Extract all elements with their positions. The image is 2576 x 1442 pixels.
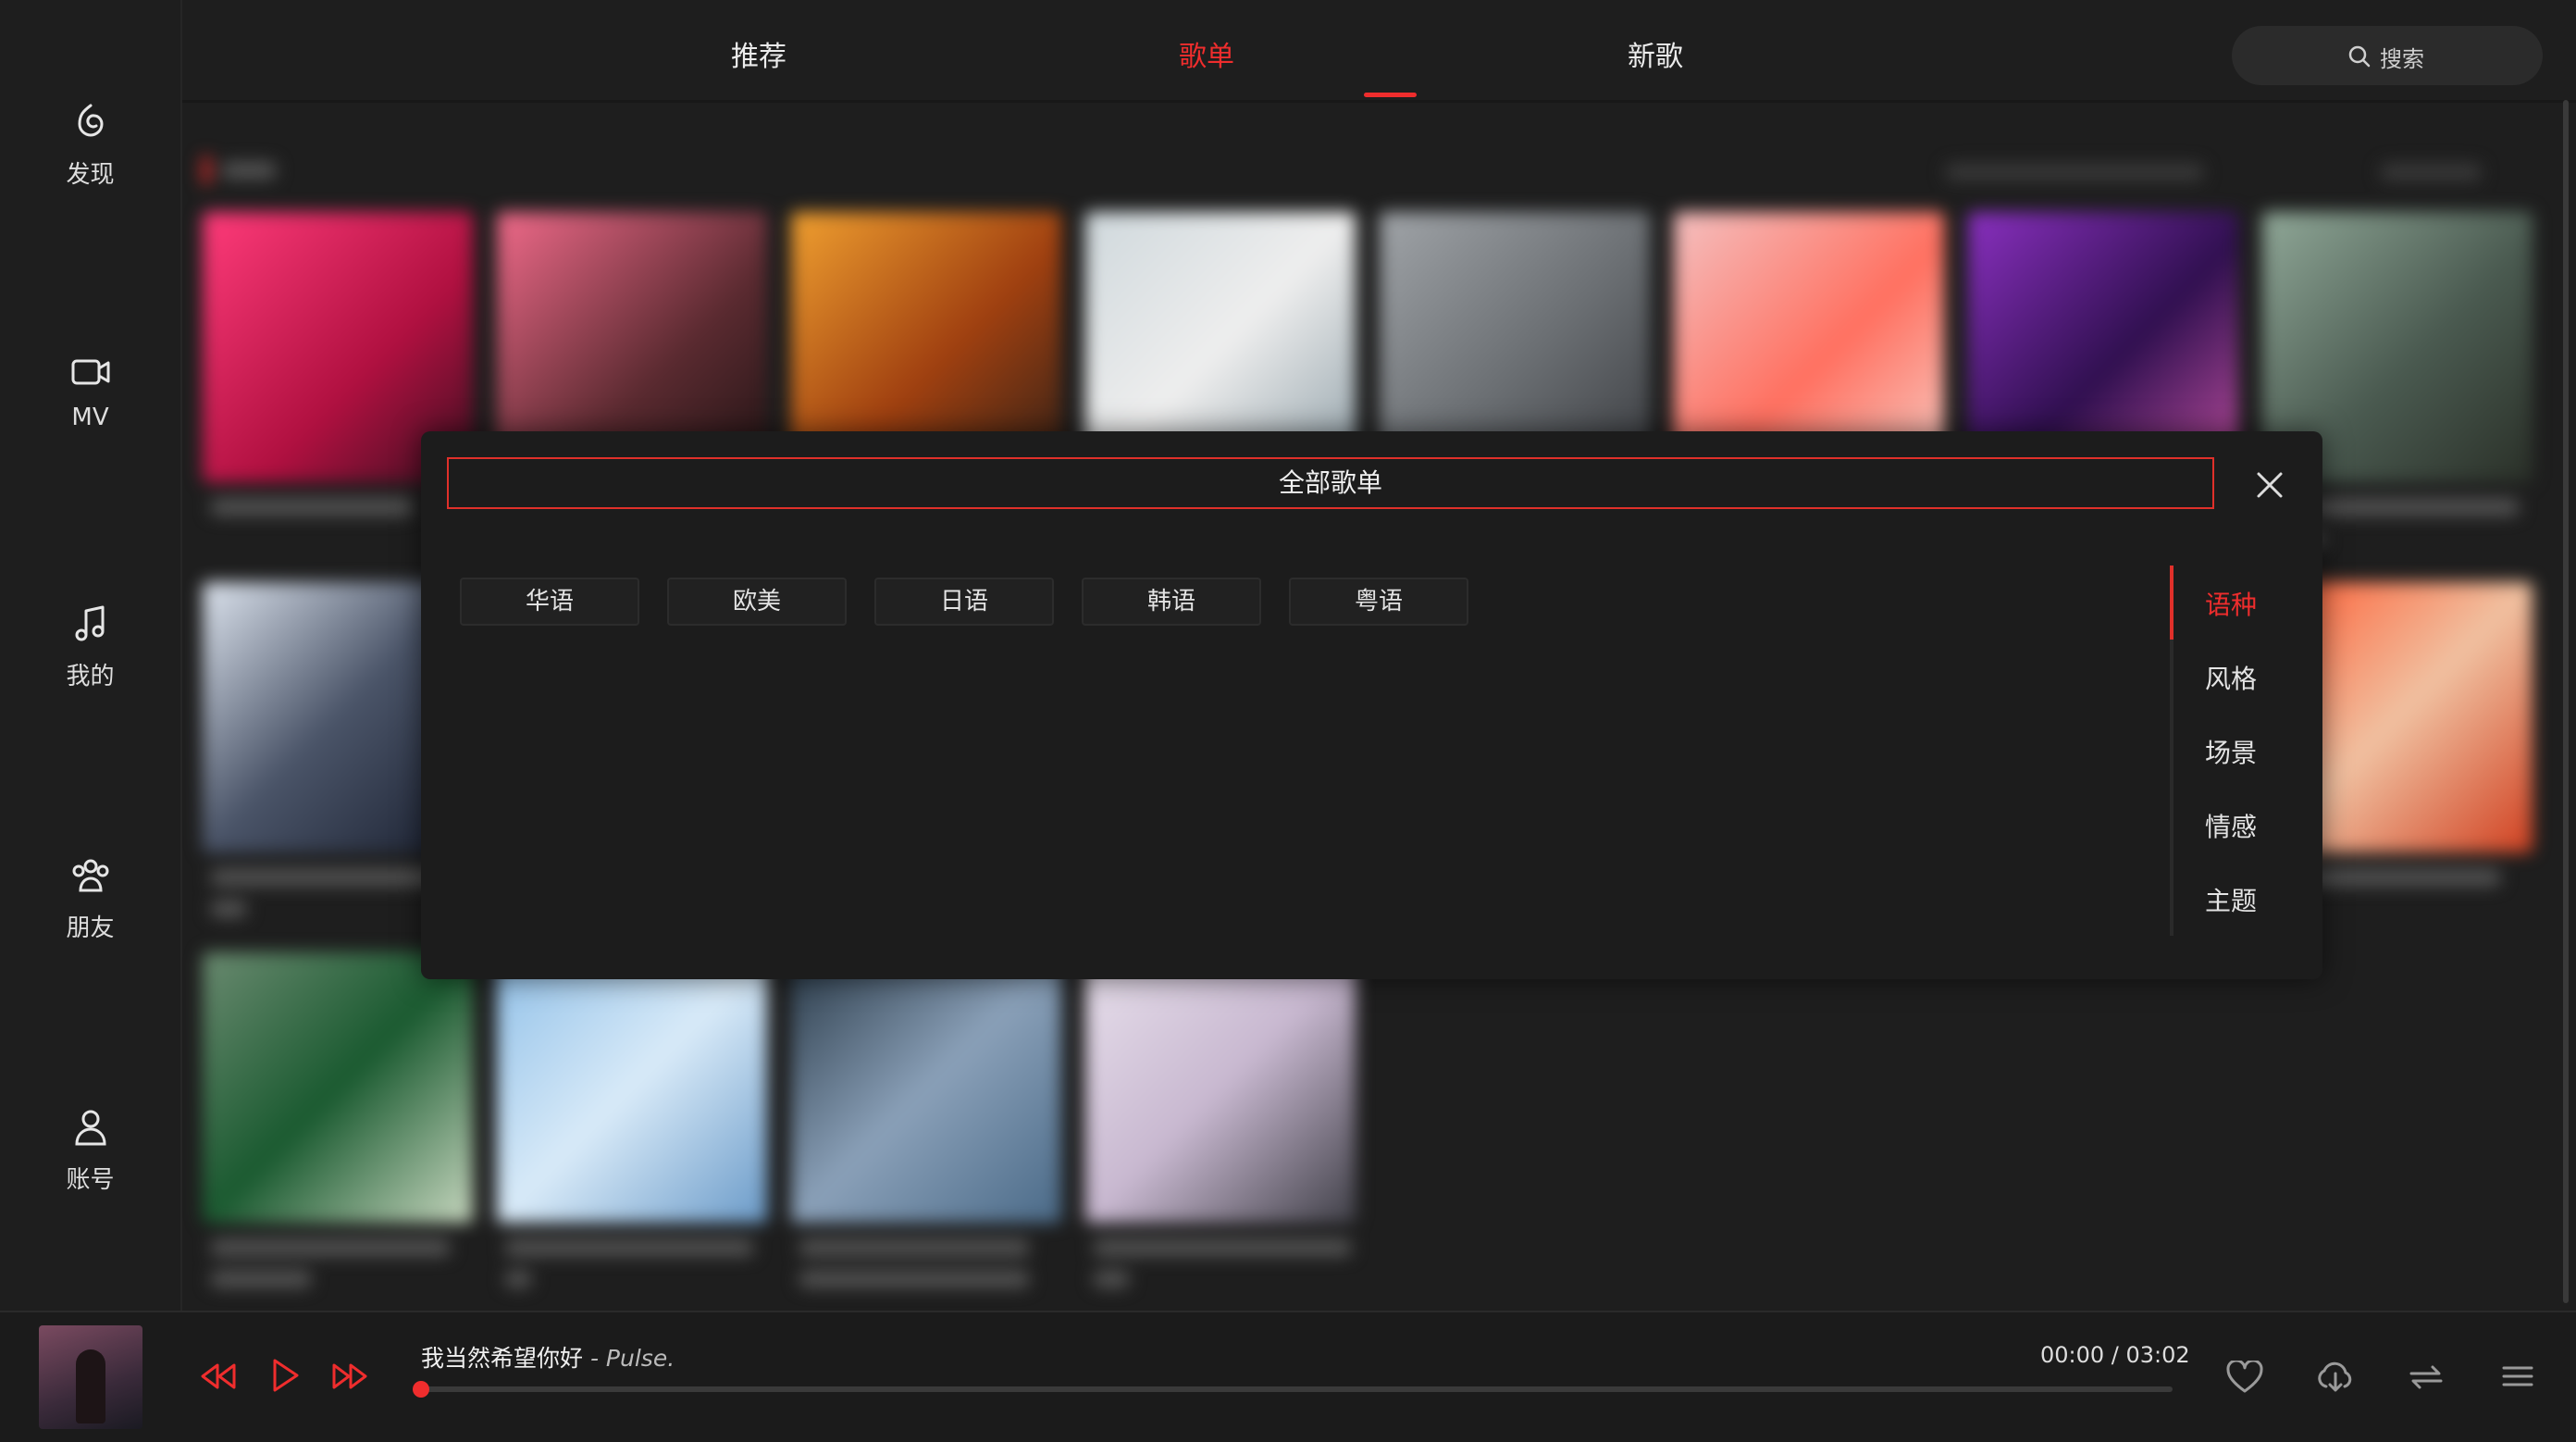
album-art[interactable] (39, 1325, 142, 1429)
music-app: 发现 MV 我的 朋友 账号 推荐 歌单 新歌 搜索 全部歌单 华语 欧美 日语… (0, 0, 2576, 1442)
current-time: 00:00 (2040, 1342, 2105, 1368)
search-button[interactable]: 搜索 (2232, 26, 2543, 85)
playlist-icon[interactable] (2500, 1361, 2535, 1392)
sidebar-item-mv[interactable]: MV (0, 354, 180, 465)
next-icon[interactable] (330, 1361, 369, 1392)
discover-icon (77, 104, 104, 137)
active-category-indicator (2170, 566, 2174, 640)
chip-korean[interactable]: 韩语 (1082, 578, 1261, 626)
player-bar: 我当然希望你好 - Pulse. 00:00 / 03:02 (0, 1311, 2576, 1442)
friends-icon (72, 859, 108, 892)
video-icon (71, 359, 109, 385)
all-playlists-dialog: 全部歌单 华语 欧美 日语 韩语 粤语 语种 风格 场景 情感 主题 (421, 431, 2322, 979)
category-style[interactable]: 风格 (2205, 659, 2257, 696)
sidebar: 发现 MV 我的 朋友 账号 (0, 0, 182, 1311)
chip-cantonese[interactable]: 粤语 (1289, 578, 1468, 626)
sidebar-item-label: 朋友 (66, 914, 115, 942)
search-icon (2348, 45, 2371, 68)
scrollbar[interactable] (2563, 100, 2569, 1303)
tab-playlists[interactable]: 歌单 (1179, 33, 1234, 74)
time-display: 00:00 / 03:02 (2040, 1342, 2190, 1368)
tab-new-songs[interactable]: 新歌 (1628, 33, 1683, 74)
download-icon[interactable] (2315, 1361, 2356, 1394)
sidebar-item-label: 账号 (66, 1166, 115, 1194)
music-note-icon (75, 605, 104, 641)
chip-mandarin[interactable]: 华语 (460, 578, 639, 626)
sidebar-item-mine[interactable]: 我的 (0, 603, 180, 715)
previous-icon[interactable] (199, 1361, 238, 1392)
progress-bar[interactable] (413, 1381, 2173, 1398)
close-icon[interactable] (2253, 468, 2286, 502)
progress-handle[interactable] (413, 1381, 429, 1398)
now-playing: 我当然希望你好 - Pulse. (421, 1340, 675, 1374)
time-separator: / (2104, 1342, 2126, 1368)
category-language[interactable]: 语种 (2205, 585, 2257, 622)
user-icon (74, 1110, 106, 1146)
song-title: 我当然希望你好 (421, 1345, 584, 1372)
category-scene[interactable]: 场景 (2205, 733, 2257, 770)
duration: 03:02 (2125, 1342, 2190, 1368)
repeat-icon[interactable] (2408, 1361, 2445, 1394)
sidebar-item-label: 发现 (66, 161, 115, 189)
song-artist: - Pulse. (583, 1345, 675, 1372)
play-icon[interactable] (269, 1357, 301, 1394)
sidebar-item-label: MV (71, 404, 109, 431)
sidebar-item-discover[interactable]: 发现 (0, 102, 180, 213)
sidebar-item-label: 我的 (66, 663, 115, 690)
top-bar: 推荐 歌单 新歌 (182, 0, 2576, 103)
sidebar-item-friends[interactable]: 朋友 (0, 855, 180, 966)
search-label: 搜索 (2380, 46, 2424, 72)
chip-japanese[interactable]: 日语 (874, 578, 1054, 626)
category-theme[interactable]: 主题 (2205, 881, 2257, 918)
heart-icon[interactable] (2226, 1361, 2263, 1394)
category-emotion[interactable]: 情感 (2205, 807, 2257, 844)
chip-western[interactable]: 欧美 (667, 578, 847, 626)
tab-recommend[interactable]: 推荐 (731, 33, 786, 74)
dialog-title: 全部歌单 (447, 457, 2214, 509)
category-rail (2170, 566, 2174, 936)
active-tab-indicator (1364, 93, 1417, 97)
sidebar-item-account[interactable]: 账号 (0, 1107, 180, 1218)
